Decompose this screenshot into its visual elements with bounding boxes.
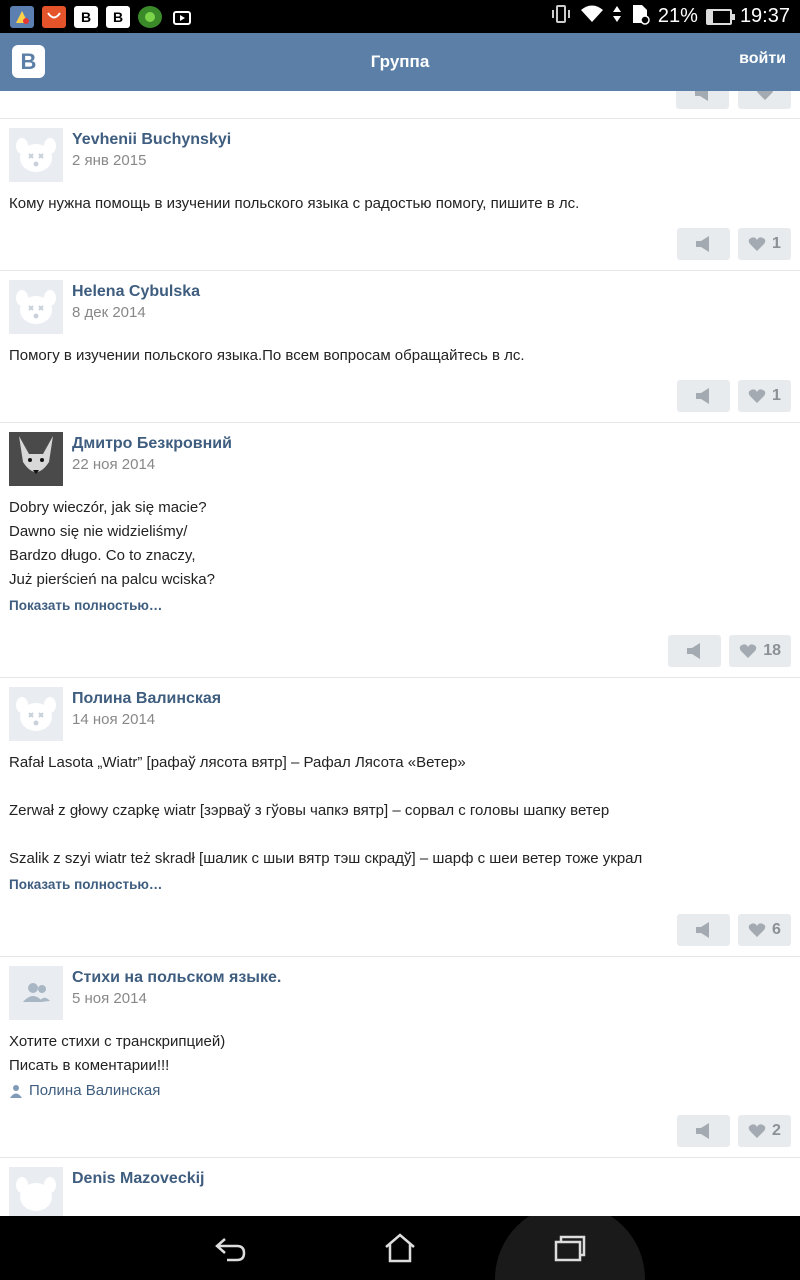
fox-photo[interactable]	[9, 432, 63, 486]
megaphone-icon	[686, 643, 700, 659]
wall-post: Yevhenii Buchynskyi 2 янв 2015 Кому нужн…	[0, 119, 800, 271]
share-button[interactable]	[677, 1115, 730, 1147]
like-count: 18	[763, 642, 781, 659]
clock: 19:37	[739, 5, 790, 27]
megaphone-icon	[695, 1123, 709, 1139]
vibrate-icon	[550, 4, 572, 30]
aliexpress-icon	[42, 5, 66, 28]
battery-icon	[705, 8, 735, 25]
previous-post-tail	[0, 91, 800, 119]
heart-icon	[748, 237, 766, 251]
battery-percent: 21%	[657, 5, 698, 27]
login-button[interactable]: войти	[739, 50, 786, 68]
media-icon	[170, 6, 194, 28]
wall-post: Дмитро Безкровний 22 ноя 2014 Dobry wiec…	[0, 423, 800, 678]
share-button[interactable]	[668, 635, 722, 667]
post-date[interactable]: 14 ноя 2014	[72, 709, 221, 731]
app-header: B Группа войти	[0, 33, 800, 91]
like-count: 6	[772, 921, 781, 938]
post-text: Rafał Lasota „Wiatr” [рафаў лясота вятр]…	[9, 754, 643, 867]
post-text: Хотите стихи с транскрипцией) Писать в к…	[9, 1033, 226, 1074]
post-date[interactable]: 2 янв 2015	[72, 150, 231, 172]
game-icon	[138, 5, 162, 28]
show-more-link[interactable]: Показать полностью…	[9, 598, 791, 613]
data-arrows-icon	[612, 4, 622, 30]
like-count: 1	[772, 235, 781, 252]
status-bar: В В 21% 19:37	[0, 0, 800, 33]
wall-feed[interactable]: Yevhenii Buchynskyi 2 янв 2015 Кому нужн…	[0, 91, 800, 1216]
vk-b-icon: В	[74, 5, 98, 28]
dog-avatar-icon[interactable]	[9, 1167, 63, 1216]
like-button[interactable]	[738, 91, 791, 109]
wall-post: Denis Mazoveckij	[0, 1158, 800, 1216]
heart-icon	[748, 389, 766, 403]
home-button[interactable]	[370, 1224, 430, 1272]
back-button[interactable]	[200, 1224, 260, 1272]
post-author[interactable]: Denis Mazoveckij	[72, 1169, 205, 1189]
user-icon	[10, 1084, 22, 1098]
page-title: Группа	[370, 52, 430, 71]
wall-post: Полина Валинская 14 ноя 2014 Rafał Lasot…	[0, 678, 800, 957]
like-count: 2	[772, 1122, 781, 1139]
dog-avatar-icon[interactable]	[9, 280, 63, 334]
post-date[interactable]: 5 ноя 2014	[72, 988, 281, 1010]
post-author[interactable]: Yevhenii Buchynskyi	[72, 130, 231, 150]
megaphone-icon	[695, 388, 709, 404]
post-text: Кому нужна помощь в изучении польского я…	[9, 195, 580, 212]
post-text: Помогу в изучении польского языка.По все…	[9, 347, 525, 364]
home-icon	[385, 1233, 415, 1263]
post-date[interactable]: 8 дек 2014	[72, 302, 200, 324]
post-date[interactable]: 22 ноя 2014	[72, 454, 232, 476]
recent-apps-icon	[554, 1235, 586, 1262]
cleaner-icon	[10, 5, 34, 28]
share-button[interactable]	[677, 380, 730, 412]
share-button[interactable]	[676, 91, 729, 109]
signer-name[interactable]: Полина Валинская	[29, 1082, 160, 1099]
heart-icon	[739, 644, 757, 658]
heart-icon	[748, 1124, 766, 1138]
wifi-icon	[580, 4, 604, 30]
post-author[interactable]: Дмитро Безкровний	[72, 434, 232, 454]
megaphone-icon	[695, 922, 709, 938]
like-button[interactable]: 1	[738, 228, 791, 260]
like-button[interactable]: 1	[738, 380, 791, 412]
like-count: 1	[772, 387, 781, 404]
post-author[interactable]: Полина Валинская	[72, 689, 221, 709]
like-button[interactable]: 2	[738, 1115, 791, 1147]
like-button[interactable]: 6	[738, 914, 791, 946]
dog-avatar-icon[interactable]	[9, 128, 63, 182]
share-button[interactable]	[677, 914, 730, 946]
post-signer[interactable]: Полина Валинская	[9, 1082, 791, 1099]
heart-icon	[748, 923, 766, 937]
wall-post: Стихи на польском языке. 5 ноя 2014 Хоти…	[0, 957, 800, 1158]
dog-avatar-icon[interactable]	[9, 687, 63, 741]
post-author[interactable]: Стихи на польском языке.	[72, 968, 281, 988]
recent-apps-button[interactable]	[495, 1204, 645, 1280]
group-avatar-icon[interactable]	[9, 966, 63, 1020]
share-button[interactable]	[677, 228, 730, 260]
megaphone-icon	[695, 236, 709, 252]
post-author[interactable]: Helena Cybulska	[72, 282, 200, 302]
back-icon	[215, 1238, 246, 1262]
vk-logo[interactable]: B	[12, 45, 45, 78]
post-text: Dobry wieczór, jak się macie? Dawno się …	[9, 499, 215, 588]
sd-card-icon	[630, 3, 650, 31]
like-button[interactable]: 18	[729, 635, 791, 667]
vk-b-icon: В	[106, 5, 130, 28]
show-more-link[interactable]: Показать полностью…	[9, 877, 791, 892]
android-nav-bar	[0, 1204, 800, 1280]
wall-post: Helena Cybulska 8 дек 2014 Помогу в изуч…	[0, 271, 800, 423]
